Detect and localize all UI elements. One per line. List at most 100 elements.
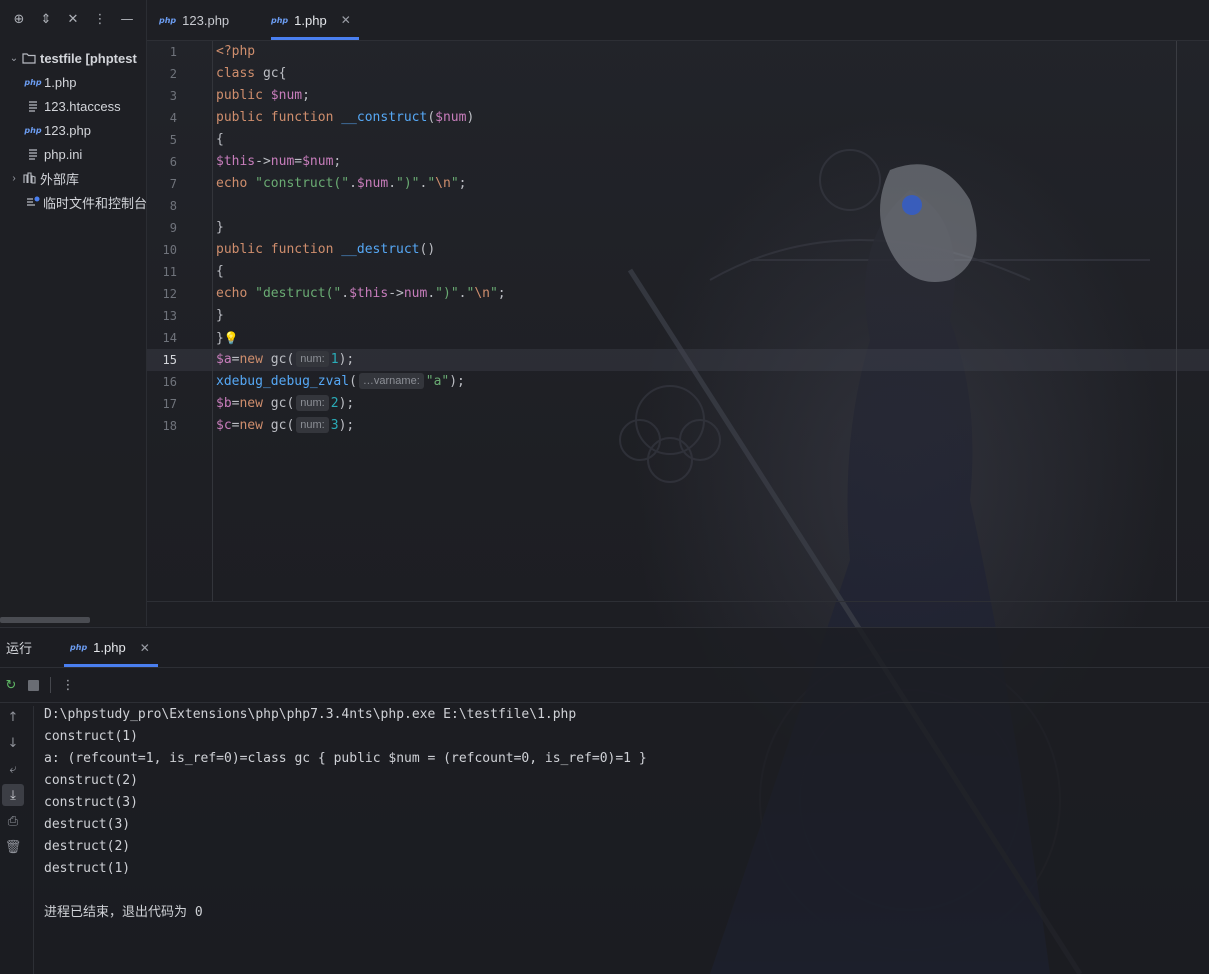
line-number: 8: [169, 199, 177, 213]
tab-label: 123.php: [182, 12, 230, 28]
console-line: destruct(3): [44, 817, 131, 832]
tree-scratches[interactable]: 临时文件和控制台: [0, 190, 146, 214]
project-panel: ⊕ ⇕ ✕ ⋮ — ⌄ testfile [phptest php 1.php: [0, 0, 147, 626]
tab-123-php[interactable]: php 123.php: [147, 0, 259, 40]
line-number: 15: [162, 353, 177, 367]
php-file-icon: php: [70, 643, 88, 652]
scroll-to-end-icon[interactable]: ⤓: [2, 784, 24, 806]
param-hint: num:: [296, 395, 329, 411]
tree-external-libraries[interactable]: › 外部库: [0, 166, 146, 190]
right-margin-guide: [1176, 41, 1177, 601]
line-number: 12: [162, 287, 177, 301]
php-file-icon: php: [159, 15, 177, 25]
arrow-down-icon[interactable]: ↓: [2, 732, 24, 754]
print-icon[interactable]: ⎙: [2, 810, 24, 832]
tree-item-label: php.ini: [44, 146, 83, 162]
code-line: $a=new gc(num: 1);: [216, 351, 355, 367]
code-line: echo "destruct(".$this->num.")"."\n";: [216, 286, 506, 301]
soft-wrap-icon[interactable]: ⤶: [2, 758, 24, 780]
tree-item-label: 123.htaccess: [44, 98, 121, 114]
tree-root[interactable]: ⌄ testfile [phptest: [0, 46, 146, 70]
run-side-toolbar: ↑ ↓ ⤶ ⤓ ⎙ 🗑: [0, 706, 28, 862]
line-number: 5: [169, 133, 177, 147]
code-line: public function __destruct(): [216, 242, 436, 257]
line-number: 2: [169, 67, 177, 81]
minimize-icon[interactable]: —: [120, 13, 134, 27]
more-options-icon[interactable]: ⋮: [57, 674, 79, 696]
code-line: $c=new gc(num: 3);: [216, 417, 355, 433]
chevron-right-icon[interactable]: ›: [7, 173, 21, 184]
php-file-icon: php: [24, 77, 42, 87]
stop-icon[interactable]: [22, 674, 44, 696]
text-file-icon: [25, 147, 41, 161]
external-libraries-label: 外部库: [40, 171, 80, 187]
chevron-down-icon[interactable]: ⌄: [7, 53, 21, 64]
php-file-icon: php: [24, 125, 42, 135]
console-divider: [33, 706, 34, 974]
toolbar-divider: [50, 677, 51, 693]
code-line: {: [216, 264, 224, 279]
line-number: 7: [169, 177, 177, 191]
more-options-icon[interactable]: ⋮: [93, 13, 107, 27]
line-number: 11: [162, 265, 177, 279]
code-editor[interactable]: <?php class gc{ public $num; public func…: [214, 41, 1176, 601]
tree-root-label: testfile [phptest: [40, 50, 137, 66]
console-line: construct(2): [44, 773, 138, 788]
line-number: 1: [169, 45, 177, 59]
tree-item-1-php[interactable]: php 1.php: [0, 70, 146, 94]
text-file-icon: [25, 99, 41, 113]
param-hint: …varname:: [358, 373, 424, 389]
console-line: construct(1): [44, 729, 138, 744]
rerun-icon[interactable]: ↻: [0, 674, 22, 696]
tree-item-htaccess[interactable]: 123.htaccess: [0, 94, 146, 118]
project-tree: ⌄ testfile [phptest php 1.php 123.htacce…: [0, 46, 146, 214]
console-line: construct(3): [44, 795, 138, 810]
close-icon[interactable]: ✕: [140, 641, 150, 655]
run-toolbar: ↻ ⋮: [0, 668, 1209, 703]
ide-window: ⊕ ⇕ ✕ ⋮ — ⌄ testfile [phptest php 1.php: [0, 0, 1209, 974]
editor-tab-bar: php 123.php php 1.php ✕: [147, 0, 1209, 41]
lightbulb-icon[interactable]: 💡: [224, 327, 239, 349]
code-line: class gc{: [216, 66, 287, 81]
line-number: 10: [162, 243, 177, 257]
expand-collapse-icon[interactable]: ⇕: [39, 13, 53, 27]
php-file-icon: php: [271, 15, 289, 25]
param-hint: num:: [296, 351, 329, 367]
code-line: $b=new gc(num: 2);: [216, 395, 355, 411]
line-number: 9: [169, 221, 177, 235]
collapse-all-icon[interactable]: ✕: [66, 13, 80, 27]
tree-item-php-ini[interactable]: php.ini: [0, 142, 146, 166]
locate-icon[interactable]: ⊕: [12, 13, 26, 27]
console-output[interactable]: D:\phpstudy_pro\Extensions\php\php7.3.4n…: [44, 704, 1209, 924]
tab-1-php[interactable]: php 1.php ✕: [259, 0, 359, 40]
close-icon[interactable]: ✕: [341, 13, 351, 27]
arrow-up-icon[interactable]: ↑: [2, 706, 24, 728]
tree-item-123-php[interactable]: php 123.php: [0, 118, 146, 142]
editor-bottom-strip: [147, 601, 1209, 627]
tab-label: 1.php: [294, 12, 327, 28]
line-number: 4: [169, 111, 177, 125]
run-tab-label: 1.php: [93, 640, 126, 655]
run-title: 运行: [6, 641, 33, 656]
line-number: 3: [169, 89, 177, 103]
library-icon: [21, 171, 37, 185]
code-line: }: [216, 220, 224, 235]
scratches-label: 临时文件和控制台: [43, 195, 147, 211]
line-number: 17: [162, 397, 177, 411]
run-panel: 运行 php 1.php ✕ ↻ ⋮ ↑ ↓ ⤶ ⤓ ⎙ 🗑 D:\phpstu…: [0, 627, 1209, 974]
run-tab-1-php[interactable]: php 1.php ✕: [64, 628, 158, 667]
code-line: <?php: [216, 44, 256, 59]
code-line: {: [216, 132, 224, 147]
run-header: 运行 php 1.php ✕: [0, 628, 1209, 668]
tree-item-label: 123.php: [44, 122, 91, 138]
code-line: }: [216, 308, 224, 323]
param-hint: num:: [296, 417, 329, 433]
folder-icon: [21, 51, 37, 65]
line-number-gutter: 1 2 3 4 5 6 7 8 9 10 11 12 13 14 15 16 17 18: [147, 41, 213, 601]
trash-icon[interactable]: 🗑: [2, 836, 24, 858]
tree-item-label: 1.php: [44, 74, 77, 90]
horizontal-scrollbar[interactable]: [0, 617, 90, 623]
line-number: 18: [162, 419, 177, 433]
project-toolbar: ⊕ ⇕ ✕ ⋮ —: [0, 0, 146, 40]
